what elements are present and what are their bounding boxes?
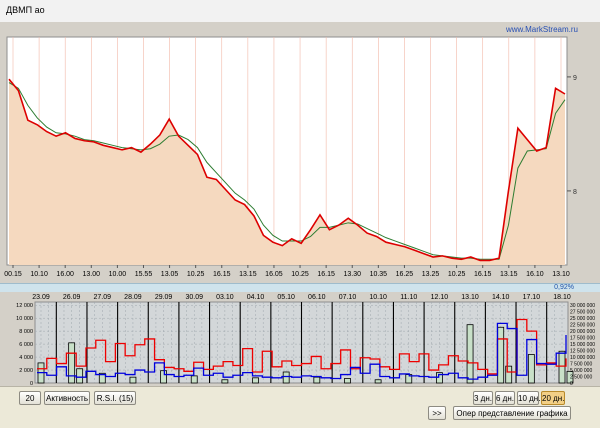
time-xtick-label: 13.05 xyxy=(161,271,179,278)
activity-bar xyxy=(129,376,137,384)
activity-button[interactable]: Активность xyxy=(44,391,90,405)
left-ytick-label: 8 000 xyxy=(19,329,33,335)
right-ytick-label: 22 500 000 xyxy=(570,323,595,329)
right-ytick-label: 5 000 000 xyxy=(570,368,592,374)
right-ytick-label: 10 000 000 xyxy=(570,355,595,361)
right-ytick-label: 12 500 000 xyxy=(570,349,595,355)
date-label: 14.10 xyxy=(492,294,510,301)
time-xtick-label: 10.35 xyxy=(370,271,388,278)
date-label: 05.10 xyxy=(277,294,295,301)
time-xtick-label: 10.25 xyxy=(291,271,309,278)
range-3d-button[interactable]: 3 дн. xyxy=(473,391,493,405)
time-xtick-label: 00.15 xyxy=(4,271,22,278)
right-ytick-label: 27 500 000 xyxy=(570,310,595,316)
time-xtick-label: 16.25 xyxy=(396,271,414,278)
time-xtick-label: 16.15 xyxy=(213,271,231,278)
right-ytick-label: 20 000 000 xyxy=(570,329,595,335)
time-xtick-label: 16.10 xyxy=(526,271,544,278)
activity-bar xyxy=(252,377,259,384)
watermark-text: www.MarkStream.ru xyxy=(505,25,578,34)
date-label: 28.09 xyxy=(124,294,142,301)
range-6d-button[interactable]: 6 дн. xyxy=(495,391,515,405)
date-label: 30.09 xyxy=(185,294,203,301)
time-xtick-label: 10.10 xyxy=(30,271,48,278)
time-xtick-label: 16.15 xyxy=(474,271,492,278)
date-label: 03.10 xyxy=(216,294,234,301)
activity-bar xyxy=(313,376,321,384)
time-xtick-label: 13.15 xyxy=(500,271,518,278)
time-xtick-label: 13.10 xyxy=(552,271,570,278)
activity-bar xyxy=(527,354,535,384)
time-xtick-label: 13.30 xyxy=(343,271,361,278)
left-ytick-label: 6 000 xyxy=(19,342,33,348)
activity-bar xyxy=(282,371,290,384)
activity-bar xyxy=(497,326,505,384)
scroll-right-button[interactable]: >> xyxy=(428,406,446,420)
time-xtick-label: 16.00 xyxy=(56,271,74,278)
control-panel: 20 Активность R.S.I. (15) 3 дн. 6 дн. 10… xyxy=(0,386,600,428)
date-label: 12.10 xyxy=(431,294,449,301)
left-ytick-label: 12 000 xyxy=(16,303,33,309)
time-xtick-label: 10.25 xyxy=(448,271,466,278)
rsi-button[interactable]: R.S.I. (15) xyxy=(94,391,136,405)
time-xtick-label: 13.15 xyxy=(239,271,257,278)
activity-bar xyxy=(76,368,84,384)
date-label: 13.10 xyxy=(461,294,479,301)
range-10d-button[interactable]: 10 дн. xyxy=(517,391,540,405)
activity-bar xyxy=(68,342,76,384)
window-title: ДВМП ао xyxy=(6,5,45,15)
activity-bar xyxy=(466,324,474,384)
time-xtick-label: 15.55 xyxy=(135,271,153,278)
time-xtick-label: 16.15 xyxy=(317,271,335,278)
activity-bar xyxy=(558,350,566,384)
time-xtick-label: 16.05 xyxy=(265,271,283,278)
date-label: 26.09 xyxy=(63,294,81,301)
activity-bar xyxy=(190,375,198,384)
time-xtick-label: 10.00 xyxy=(109,271,127,278)
date-label: 06.10 xyxy=(308,294,326,301)
date-label: 04.10 xyxy=(247,294,265,301)
right-ytick-label: 30 000 000 xyxy=(570,303,595,309)
activity-bar xyxy=(374,379,382,384)
date-label: 10.10 xyxy=(369,294,387,301)
view-mode-button[interactable]: Опер представление графика xyxy=(453,406,571,420)
percent-change-value: 0,92% xyxy=(554,284,574,291)
right-y-axis: 02 500 0005 000 0007 500 00010 000 00012… xyxy=(570,303,595,386)
date-label: 07.10 xyxy=(339,294,357,301)
date-label: 18.10 xyxy=(553,294,571,301)
activity-bar xyxy=(221,379,229,384)
right-ytick-label: 2 500 000 xyxy=(570,375,592,381)
right-ytick-label: 7 500 000 xyxy=(570,362,592,368)
activity-bar xyxy=(160,370,167,384)
left-ytick-label: 4 000 xyxy=(19,355,33,361)
indicator-chart[interactable]: 23.09 26.09 27.09 28.09 29.09 30.09 03.10 04.10… xyxy=(0,292,600,386)
date-label: 11.10 xyxy=(400,294,417,301)
left-y-axis: 02 0004 0006 0008 00010 00012 000 xyxy=(16,303,33,386)
date-label: 29.09 xyxy=(155,294,173,301)
period-input[interactable]: 20 xyxy=(19,391,41,405)
time-xtick-label: 13.00 xyxy=(83,271,101,278)
date-label: 17.10 xyxy=(523,294,541,301)
right-ytick-label: 25 000 000 xyxy=(570,316,595,322)
activity-bar xyxy=(344,378,351,384)
price-ytick-label: 9 xyxy=(573,75,577,82)
price-ytick-label: 8 xyxy=(573,189,577,196)
price-chart[interactable]: www.MarkStream.ru 8 9 00.15 10.10 16.00 13.0… xyxy=(0,22,600,283)
time-xtick-label: 10.25 xyxy=(187,271,205,278)
left-ytick-label: 2 000 xyxy=(19,368,33,374)
right-ytick-label: 15 000 000 xyxy=(570,342,595,348)
window-title-bar: ДВМП ао xyxy=(0,0,600,23)
right-ytick-label: 17 500 000 xyxy=(570,336,595,342)
date-label: 23.09 xyxy=(32,294,50,301)
left-ytick-label: 10 000 xyxy=(16,316,33,322)
range-20d-button[interactable]: 20 дн. xyxy=(541,391,565,405)
time-xtick-label: 13.25 xyxy=(422,271,440,278)
date-label: 27.09 xyxy=(94,294,112,301)
